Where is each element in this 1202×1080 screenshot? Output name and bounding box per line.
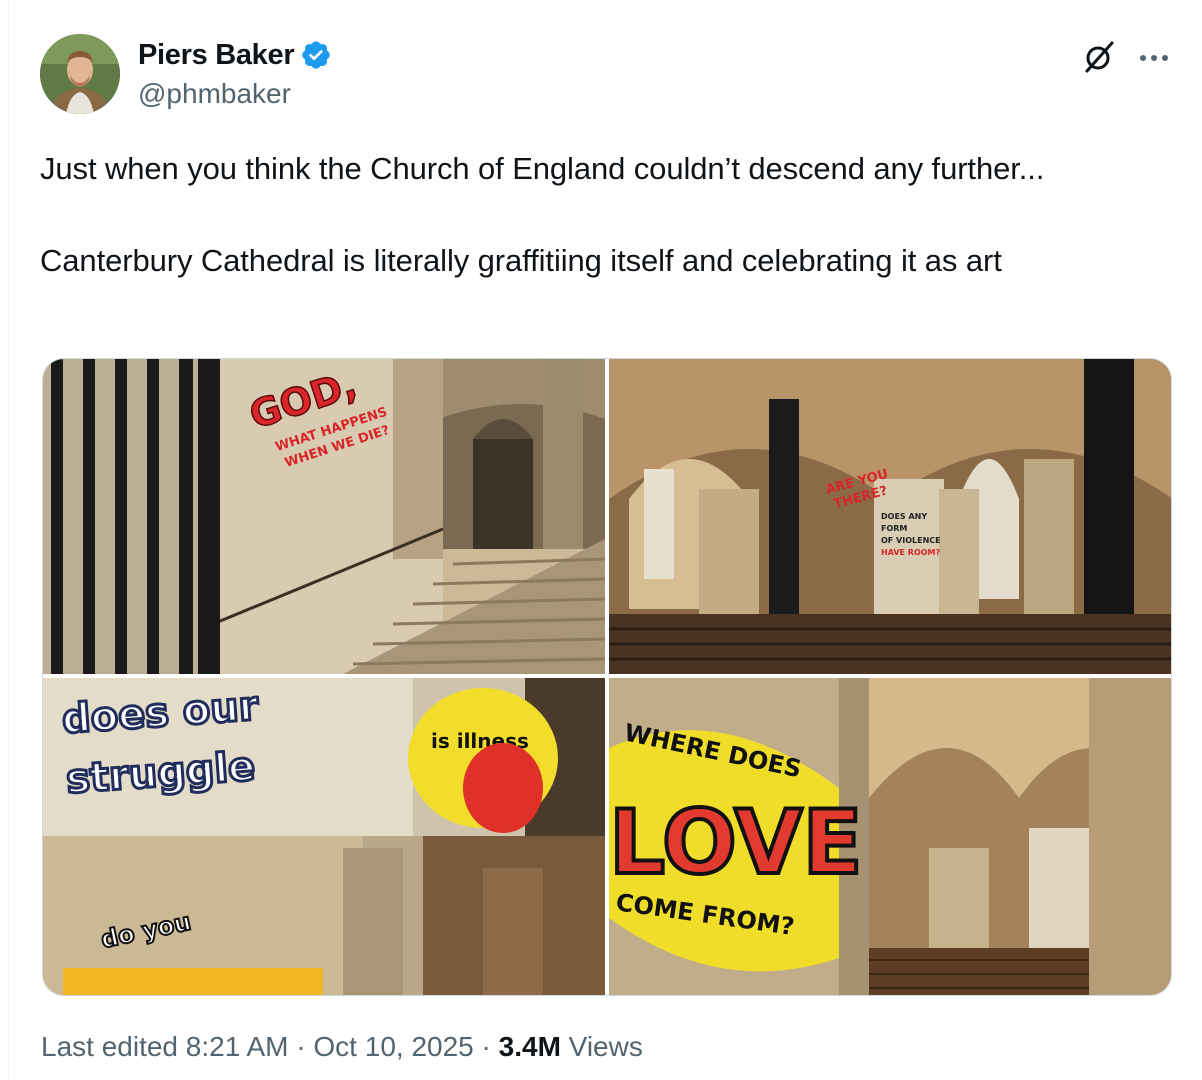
edited-timestamp[interactable]: Last edited 8:21 AM [41,1031,289,1062]
media-image-1[interactable]: GOD, WHAT HAPPENS WHEN WE DIE? [43,359,605,674]
tweet-text: Just when you think the Church of Englan… [40,146,1170,284]
media-image-4[interactable]: WHERE DOES LOVE COME FROM? [609,678,1171,995]
tweet-date[interactable]: Oct 10, 2025 [313,1031,473,1062]
tweet-text-line-1: Just when you think the Church of Englan… [40,151,1045,186]
svg-text:OF VIOLENCE: OF VIOLENCE [881,536,941,545]
more-icon[interactable] [1134,38,1174,78]
media-image-3[interactable]: does our struggle is illness do you [43,678,605,995]
svg-text:HAVE ROOM?: HAVE ROOM? [881,548,941,557]
grok-icon[interactable] [1082,40,1116,74]
svg-text:LOVE: LOVE [609,791,863,894]
timeline-border [8,0,9,1080]
author-handle[interactable]: @phmbaker [138,78,332,110]
media-grid: GOD, WHAT HAPPENS WHEN WE DIE? ARE YOU T… [42,358,1172,996]
author-name[interactable]: Piers Baker [138,39,295,72]
svg-text:DOES ANY: DOES ANY [881,512,927,521]
svg-text:FORM: FORM [881,524,907,533]
footer-separator: · [473,1031,499,1062]
tweet-header: Piers Baker @phmbaker [40,34,1180,116]
tweet-text-line-2: Canterbury Cathedral is literally graffi… [40,243,1002,278]
footer-separator: · [288,1031,314,1062]
media-image-2[interactable]: ARE YOU THERE? DOES ANY FORM OF VIOLENCE… [609,359,1171,674]
avatar[interactable] [40,34,120,114]
tweet-footer: Last edited 8:21 AM · Oct 10, 2025 · 3.4… [41,1031,643,1063]
views-label: Views [560,1031,643,1062]
verified-badge-icon [302,41,330,69]
views-count[interactable]: 3.4M [499,1031,561,1062]
